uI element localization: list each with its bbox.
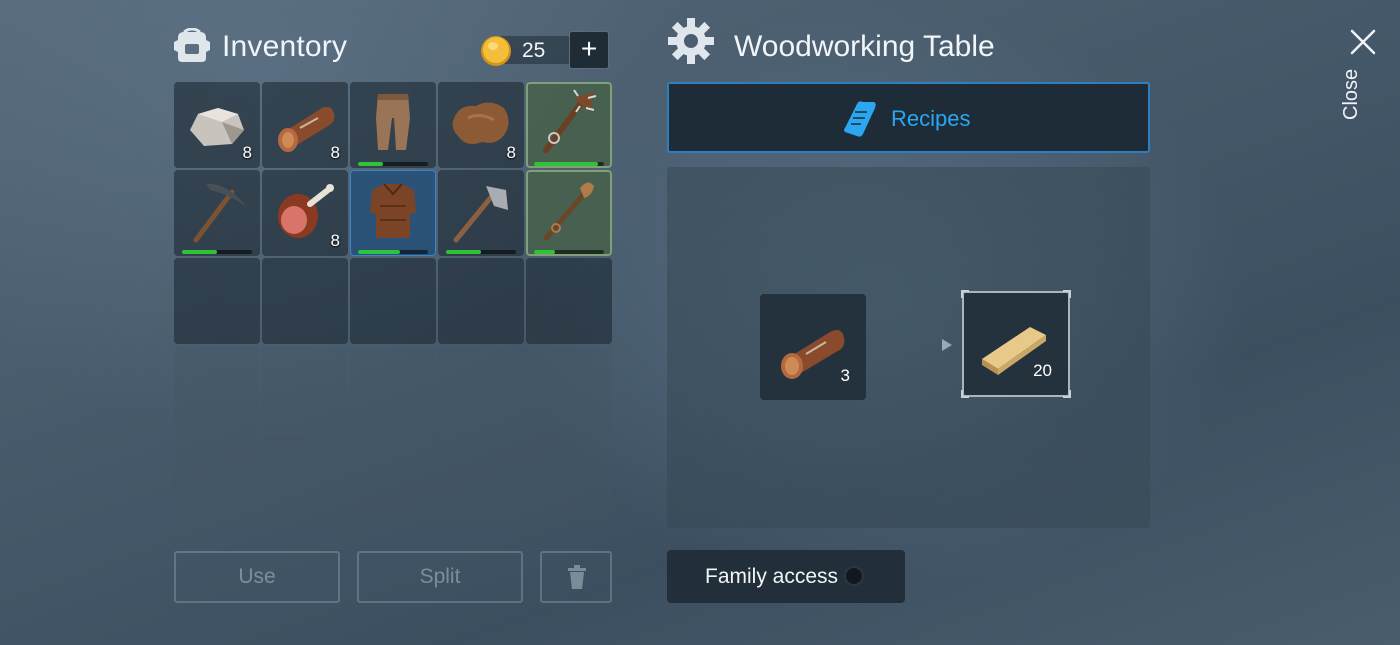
coin-icon (481, 36, 511, 66)
inventory-slot-hatchet[interactable] (438, 170, 524, 256)
family-access-label: Family access (705, 565, 839, 588)
recipe-result-slot[interactable]: 20 (961, 290, 1071, 398)
inventory-title: Inventory (222, 30, 348, 63)
spiked-club-icon (543, 89, 597, 153)
durability-bar (358, 250, 428, 254)
game-ui: Inventory 25 + 8 8 8 8 Use Split Woodwor… (0, 0, 1400, 645)
inventory-slot-empty[interactable] (438, 258, 524, 344)
inventory-slot-locked (350, 346, 436, 432)
inventory-slot-wood-log[interactable]: 8 (262, 82, 348, 168)
leather-armor-icon (370, 183, 416, 238)
crafting-panel (667, 167, 1150, 528)
ingredient-quantity: 3 (840, 366, 850, 385)
durability-fill (534, 250, 555, 254)
gear-icon (668, 18, 714, 64)
family-access-toggle[interactable]: Family access (667, 550, 905, 603)
inventory-slot-leather-chest-armor[interactable] (350, 170, 436, 256)
trash-button[interactable] (540, 551, 612, 603)
inventory-slot-ham[interactable]: 8 (262, 170, 348, 256)
inventory-slot-empty[interactable] (350, 258, 436, 344)
durability-bar (446, 250, 516, 254)
frame-corner (1063, 290, 1071, 298)
frame-corner (961, 390, 969, 398)
inventory-slot-torch-staff[interactable] (526, 170, 612, 256)
item-quantity: 8 (242, 143, 252, 162)
inventory-slot-locked (438, 434, 524, 520)
close-label[interactable]: Close (1340, 60, 1363, 120)
durability-fill (182, 250, 217, 254)
inventory-slot-pickaxe[interactable] (174, 170, 260, 256)
hatchet-icon (453, 186, 508, 243)
inventory-header: Inventory 25 + (172, 26, 614, 72)
torch-staff-icon (543, 182, 594, 241)
tab-recipes-label: Recipes (891, 106, 971, 131)
add-coins-button[interactable]: + (569, 31, 609, 69)
split-button[interactable]: Split (357, 551, 523, 603)
inventory-slot-leather-pants[interactable] (350, 82, 436, 168)
inventory-slot-locked (262, 346, 348, 432)
scroll-icon (844, 101, 876, 137)
tab-recipes[interactable]: Recipes (667, 82, 1150, 153)
inventory-slot-spiked-club[interactable] (526, 82, 612, 168)
inventory-slot-locked (262, 434, 348, 520)
pickaxe-icon (193, 183, 246, 243)
durability-bar (358, 162, 428, 166)
inventory-slot-locked (350, 434, 436, 520)
animal-hide-icon (452, 102, 509, 144)
item-quantity: 8 (330, 231, 340, 250)
backpack-icon (174, 28, 210, 62)
durability-fill (358, 162, 383, 166)
item-quantity: 8 (330, 143, 340, 162)
inventory-slot-locked (526, 434, 612, 520)
inventory-slot-animal-hide[interactable]: 8 (438, 82, 524, 168)
arrow-right-icon (942, 339, 952, 351)
durability-bar (534, 250, 604, 254)
durability-fill (446, 250, 481, 254)
coin-counter: 25 (480, 32, 576, 68)
inventory-slot-empty[interactable] (174, 258, 260, 344)
inventory-grid: 8 8 8 8 (174, 82, 612, 520)
leather-pants-icon (376, 94, 410, 150)
recipe-ingredient-slot[interactable]: 3 (760, 294, 866, 400)
wood-log-icon (278, 106, 335, 152)
trash-icon (568, 565, 586, 589)
frame-corner (961, 290, 969, 298)
durability-fill (534, 162, 599, 166)
ham-icon (278, 184, 334, 238)
inventory-slot-empty[interactable] (526, 258, 612, 344)
durability-bar (182, 250, 252, 254)
inventory-slot-locked (174, 346, 260, 432)
stone-icon (190, 108, 244, 146)
item-quantity: 8 (506, 143, 516, 162)
durability-fill (358, 250, 400, 254)
result-quantity: 20 (1033, 361, 1052, 380)
inventory-slot-stone[interactable]: 8 (174, 82, 260, 168)
frame-corner (1063, 390, 1071, 398)
coin-count: 25 (522, 39, 546, 62)
station-title: Woodworking Table (734, 30, 995, 63)
inventory-slot-locked (174, 434, 260, 520)
inventory-slot-empty[interactable] (262, 258, 348, 344)
durability-bar (534, 162, 604, 166)
inventory-slot-locked (526, 346, 612, 432)
use-button[interactable]: Use (174, 551, 340, 603)
toggle-indicator (844, 566, 864, 586)
close-icon[interactable] (1349, 28, 1377, 56)
inventory-slot-locked (438, 346, 524, 432)
